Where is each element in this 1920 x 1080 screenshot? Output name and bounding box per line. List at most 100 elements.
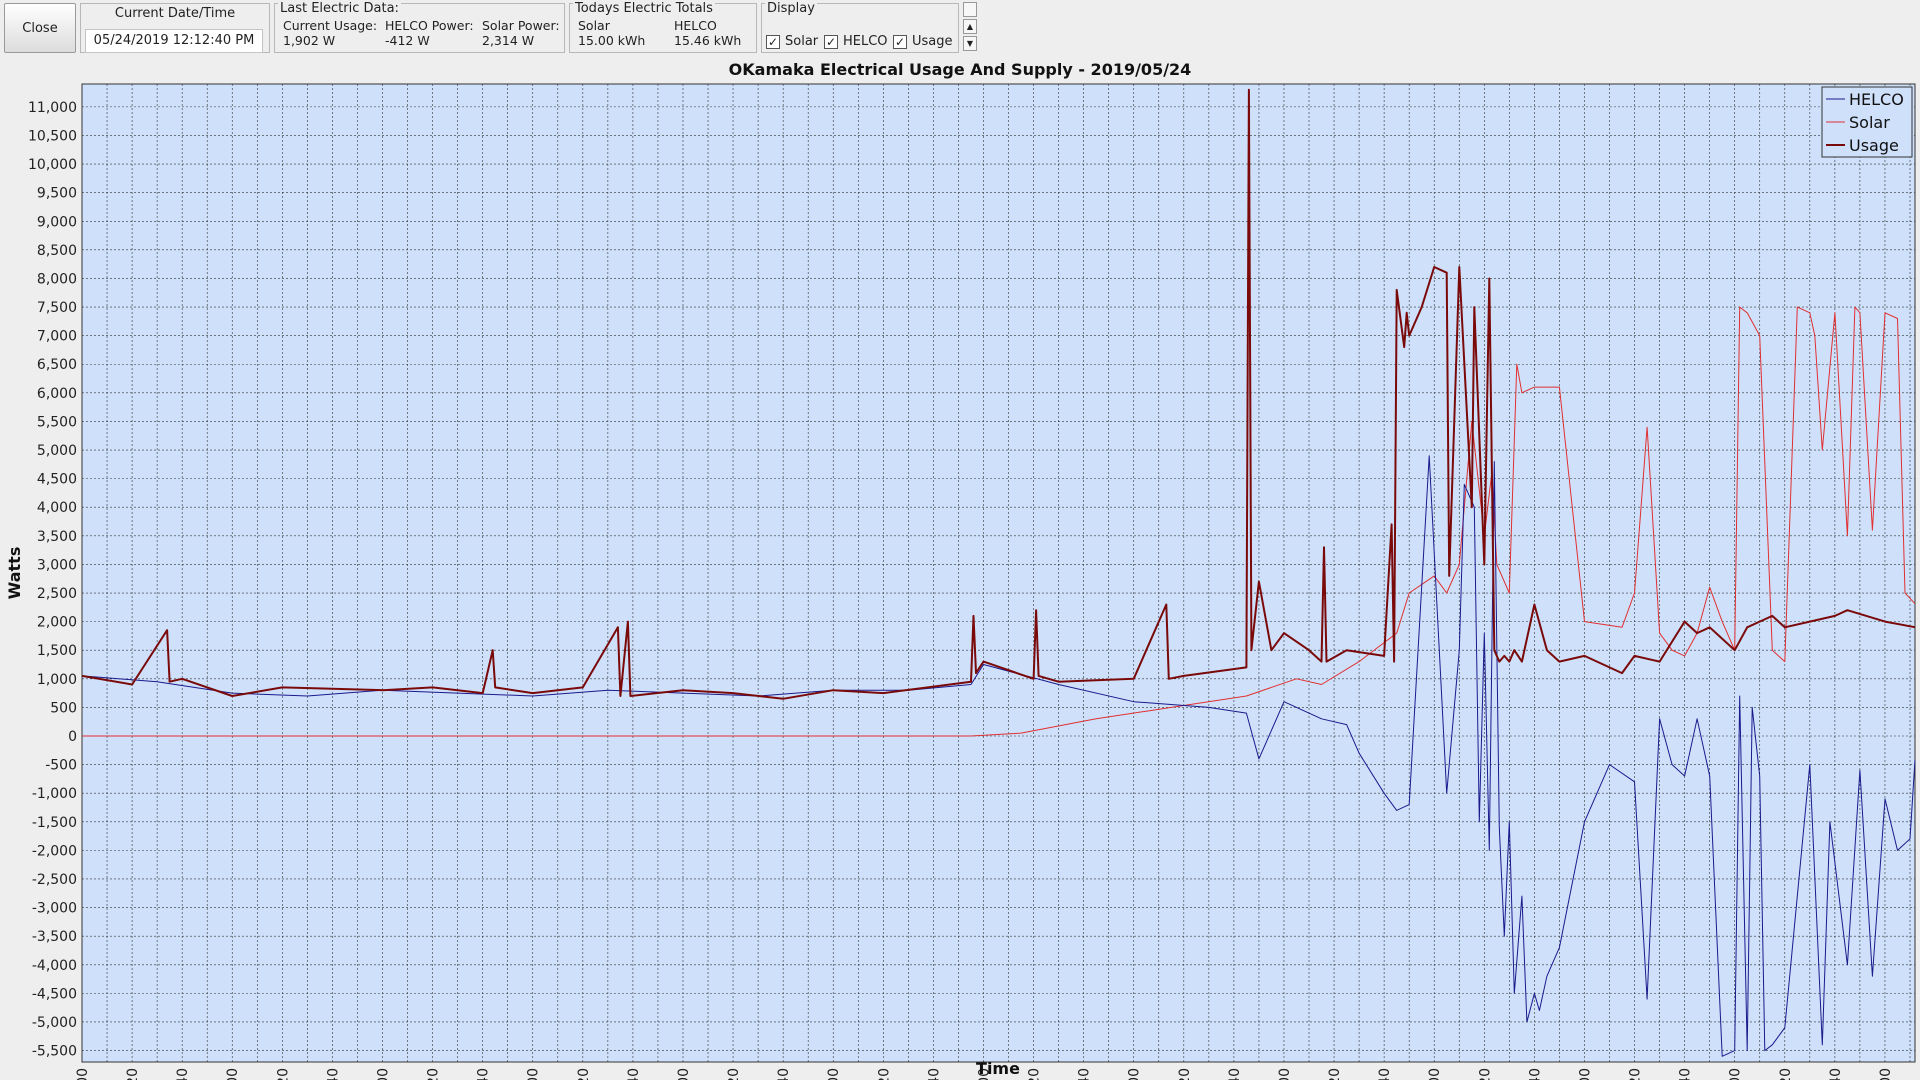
current-datetime-title: Current Date/Time xyxy=(114,6,236,21)
y-tick-label: 8,000 xyxy=(37,271,77,287)
y-tick-label: 3,500 xyxy=(37,529,77,545)
spinner-blank xyxy=(963,2,977,17)
y-tick-label: -1,500 xyxy=(32,815,77,831)
y-tick-label: 10,000 xyxy=(28,157,77,173)
x-tick-label: 10:00 xyxy=(1577,1068,1593,1080)
y-tick-label: -2,000 xyxy=(32,843,77,859)
x-tick-label: 40 xyxy=(325,1068,341,1080)
current-usage-value: 1,902 W xyxy=(283,33,336,48)
x-tick-label: 02:00 xyxy=(375,1068,391,1080)
y-tick-label: 5,000 xyxy=(37,443,77,459)
y-tick-label: 9,500 xyxy=(37,186,77,202)
y-tick-label: 5,500 xyxy=(37,414,77,430)
helco-checkbox-label: HELCO xyxy=(843,34,888,49)
todays-totals-group: Todays Electric Totals Solar 15.00 kWh H… xyxy=(569,1,757,53)
y-tick-label: 9,000 xyxy=(37,214,77,230)
y-axis-label: Watts xyxy=(5,547,24,600)
x-tick-label: 20 xyxy=(125,1068,141,1080)
y-tick-label: 11,000 xyxy=(28,100,77,116)
solar-checkbox[interactable]: ✓ Solar xyxy=(766,34,818,49)
y-tick-label: -500 xyxy=(45,758,77,774)
x-tick-label: 05:00 xyxy=(826,1068,842,1080)
x-tick-label: 20 xyxy=(726,1068,742,1080)
y-tick-label: -3,000 xyxy=(32,901,77,917)
x-tick-label: 11:00 xyxy=(1728,1068,1744,1080)
y-tick-label: 2,500 xyxy=(37,586,77,602)
y-tick-label: -2,500 xyxy=(32,872,77,888)
x-tick-label: 08:00 xyxy=(1277,1068,1293,1080)
x-tick-label: 20 xyxy=(275,1068,291,1080)
x-tick-label: 40 xyxy=(476,1068,492,1080)
x-tick-label: 07:00 xyxy=(1127,1068,1143,1080)
x-tick-label: 40 xyxy=(1377,1068,1393,1080)
check-icon: ✓ xyxy=(824,34,838,49)
legend-label: Usage xyxy=(1849,136,1899,155)
y-tick-label: -4,500 xyxy=(32,986,77,1002)
totals-solar-value: 15.00 kWh xyxy=(578,33,646,48)
y-tick-label: 2,000 xyxy=(37,615,77,631)
spinner-down-icon[interactable]: ▼ xyxy=(963,36,977,51)
toolbar: Close Current Date/Time 05/24/2019 12:12… xyxy=(0,0,1920,56)
x-tick-label: 40 xyxy=(626,1068,642,1080)
x-tick-label: 04:00 xyxy=(676,1068,692,1080)
current-datetime-group: Current Date/Time 05/24/2019 12:12:40 PM xyxy=(80,3,270,53)
y-tick-label: 7,500 xyxy=(37,300,77,316)
legend: HELCO Solar Usage xyxy=(1821,86,1913,158)
y-tick-label: 10,500 xyxy=(28,128,77,144)
y-tick-label: 3,000 xyxy=(37,557,77,573)
x-tick-label: 20 xyxy=(426,1068,442,1080)
spinner[interactable]: ▲ ▼ xyxy=(963,2,977,52)
y-tick-label: 500 xyxy=(50,700,77,716)
x-tick-label: 09:00 xyxy=(1427,1068,1443,1080)
x-tick-label: 40 xyxy=(1077,1068,1093,1080)
totals-helco-value: 15.46 kWh xyxy=(674,33,742,48)
y-tick-label: -5,000 xyxy=(32,1015,77,1031)
x-tick-label: 03:00 xyxy=(526,1068,542,1080)
usage-checkbox[interactable]: ✓ Usage xyxy=(893,34,953,49)
chart-title: OKamaka Electrical Usage And Supply - 20… xyxy=(729,60,1192,79)
x-tick-label: 40 xyxy=(776,1068,792,1080)
display-title: Display xyxy=(765,1,817,16)
usage-checkbox-label: Usage xyxy=(912,34,953,49)
x-tick-label: 20 xyxy=(1778,1068,1794,1080)
y-tick-label: 1,000 xyxy=(37,672,77,688)
close-button[interactable]: Close xyxy=(4,3,76,53)
display-group: Display ✓ Solar ✓ HELCO ✓ Usage xyxy=(761,1,959,53)
last-electric-data-title: Last Electric Data: xyxy=(278,1,401,16)
todays-totals-title: Todays Electric Totals xyxy=(573,1,715,16)
last-electric-data-group: Last Electric Data: Current Usage: 1,902… xyxy=(274,1,565,53)
check-icon: ✓ xyxy=(893,34,907,49)
y-tick-label: 1,500 xyxy=(37,643,77,659)
check-icon: ✓ xyxy=(766,34,780,49)
helco-checkbox[interactable]: ✓ HELCO xyxy=(824,34,888,49)
x-tick-label: 01:00 xyxy=(225,1068,241,1080)
x-axis-label: Time xyxy=(976,1059,1020,1078)
x-tick-label: 12:00 xyxy=(1878,1068,1894,1080)
x-tick-label: 20 xyxy=(876,1068,892,1080)
x-tick-label: 40 xyxy=(175,1068,191,1080)
x-tick-label: 20 xyxy=(1477,1068,1493,1080)
helco-power-value: -412 W xyxy=(385,33,430,48)
plot-area xyxy=(81,83,1916,1063)
y-tick-label: 4,500 xyxy=(37,472,77,488)
x-tick-label: 00:00 xyxy=(75,1068,91,1080)
spinner-up-icon[interactable]: ▲ xyxy=(963,19,977,34)
solar-power-label: Solar Power: xyxy=(482,18,560,33)
solar-checkbox-label: Solar xyxy=(785,34,819,49)
y-tick-label: -4,000 xyxy=(32,958,77,974)
y-tick-label: 8,500 xyxy=(37,243,77,259)
x-tick-label: 40 xyxy=(1227,1068,1243,1080)
current-datetime-field[interactable]: 05/24/2019 12:12:40 PM xyxy=(85,29,263,53)
y-tick-label: 4,000 xyxy=(37,500,77,516)
y-tick-label: 6,000 xyxy=(37,386,77,402)
legend-label: HELCO xyxy=(1849,90,1904,109)
x-tick-label: 20 xyxy=(1027,1068,1043,1080)
y-tick-label: -1,000 xyxy=(32,786,77,802)
electrical-chart: OKamaka Electrical Usage And Supply - 20… xyxy=(0,56,1920,1080)
totals-solar-label: Solar xyxy=(578,18,610,33)
helco-power-label: HELCO Power: xyxy=(385,18,474,33)
y-tick-label: -3,500 xyxy=(32,929,77,945)
current-usage-label: Current Usage: xyxy=(283,18,378,33)
solar-power-value: 2,314 W xyxy=(482,33,535,48)
x-tick-label: 20 xyxy=(576,1068,592,1080)
